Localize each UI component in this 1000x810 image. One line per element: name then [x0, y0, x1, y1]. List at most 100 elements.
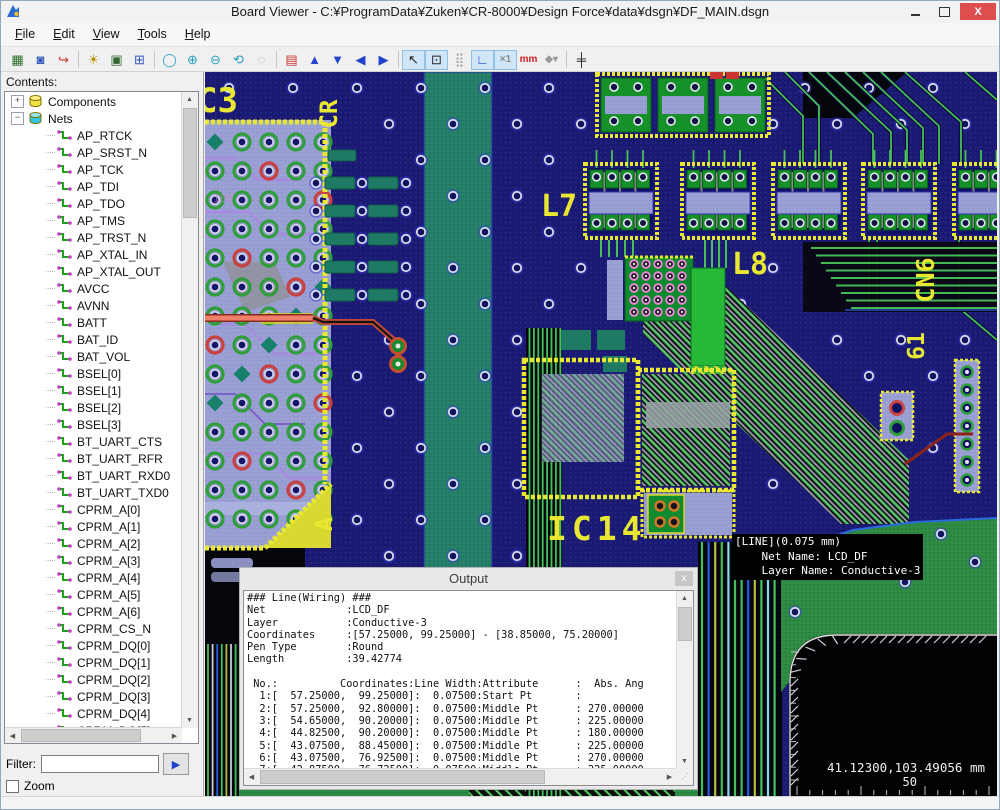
scroll-up-arrow[interactable]: ▲ [182, 92, 197, 107]
tree-item-net[interactable]: CPRM_A[6] [6, 603, 181, 620]
output-close-button[interactable]: x [675, 571, 693, 586]
output-window-title[interactable]: Output [240, 568, 697, 589]
filter-input[interactable] [41, 755, 159, 773]
contents-label: Contents: [6, 75, 57, 89]
tree-item-net[interactable]: BT_UART_CTS [6, 433, 181, 450]
tree-expand-toggle[interactable]: + [11, 95, 24, 108]
output-scroll-left[interactable]: ◀ [244, 769, 259, 784]
output-scroll-up[interactable]: ▲ [677, 591, 692, 606]
tree-item-net[interactable]: CPRM_DQ[1] [6, 654, 181, 671]
menu-item-edit[interactable]: Edit [44, 23, 84, 46]
tree-item-net[interactable]: AP_XTAL_IN [6, 246, 181, 263]
tree-item-net[interactable]: BT_UART_RXD0 [6, 467, 181, 484]
scroll-left-arrow[interactable]: ◀ [5, 728, 20, 743]
tree-item-net[interactable]: CPRM_A[4] [6, 569, 181, 586]
tree-expand-toggle[interactable]: − [11, 112, 24, 125]
option-diamond-icon[interactable]: ◆▾ [540, 50, 563, 70]
grid-icon[interactable]: ⣿ [448, 50, 471, 70]
tree-item-net[interactable]: BAT_VOL [6, 348, 181, 365]
tree-item-net[interactable]: BATT [6, 314, 181, 331]
filter-apply-button[interactable]: ▶ [163, 753, 189, 775]
tree-item-net[interactable]: BAT_ID [6, 331, 181, 348]
tree-item-net[interactable]: CPRM_A[3] [6, 552, 181, 569]
zoom-previous-icon[interactable]: ⟲ [227, 50, 250, 70]
pan-down-icon[interactable]: ▼ [326, 50, 349, 70]
title-bar[interactable]: Board Viewer - C:¥ProgramData¥Zuken¥CR-8… [1, 1, 999, 23]
contents-tree[interactable]: +Components−NetsAP_RTCKAP_SRST_NAP_TCKAP… [4, 91, 199, 744]
tree-item-net[interactable]: AVCC [6, 280, 181, 297]
pan-up-icon[interactable]: ▲ [303, 50, 326, 70]
net-label: AP_RTCK [77, 129, 132, 143]
scroll-right-arrow[interactable]: ▶ [167, 728, 182, 743]
tree-item-net[interactable]: CPRM_DQ[0] [6, 637, 181, 654]
tree-vscroll-thumb[interactable] [183, 108, 197, 218]
scroll-down-arrow[interactable]: ▼ [182, 713, 197, 728]
tree-item-net[interactable]: CPRM_DQ[3] [6, 688, 181, 705]
tree-item-net[interactable]: CPRM_DQ[4] [6, 705, 181, 722]
output-scroll-down[interactable]: ▼ [677, 754, 692, 769]
tree-item-net[interactable]: BT_UART_RFR [6, 450, 181, 467]
fit-board-icon[interactable]: ⊞ [128, 50, 151, 70]
tree-item-net[interactable]: AP_SRST_N [6, 144, 181, 161]
tree-item-net[interactable]: BT_UART_TXD0 [6, 484, 181, 501]
tree-item-net[interactable]: AP_TDO [6, 195, 181, 212]
output-hscroll-thumb[interactable] [260, 770, 545, 784]
report-icon[interactable]: ▤ [280, 50, 303, 70]
tree-item-net[interactable]: AP_TDI [6, 178, 181, 195]
pan-right-icon[interactable]: ▶ [372, 50, 395, 70]
tree-item-net[interactable]: CPRM_A[5] [6, 586, 181, 603]
tree-item-net[interactable]: BSEL[0] [6, 365, 181, 382]
output-horizontal-scrollbar[interactable]: ◀ ▶ [244, 768, 677, 785]
select-mode-icon[interactable]: ↖ [402, 50, 425, 70]
tree-item-net[interactable]: AVNN [6, 297, 181, 314]
tree-item-net[interactable]: CPRM_A[0] [6, 501, 181, 518]
tree-item-net[interactable]: AP_TRST_N [6, 229, 181, 246]
net-jump-icon[interactable]: ↪ [52, 50, 75, 70]
tree-item-net[interactable]: BSEL[1] [6, 382, 181, 399]
tree-item-components[interactable]: +Components [6, 93, 181, 110]
tree-item-net[interactable]: AP_TCK [6, 161, 181, 178]
tree-item-nets[interactable]: −Nets [6, 110, 181, 127]
output-resize-grip[interactable]: ⋰ [677, 769, 693, 785]
tree-hscroll-thumb[interactable] [21, 729, 141, 742]
pan-left-icon[interactable]: ◀ [349, 50, 372, 70]
highlight-icon[interactable]: ☀ [82, 50, 105, 70]
measure-icon[interactable]: ∟ [471, 50, 494, 70]
tree-item-net[interactable]: CPRM_A[2] [6, 535, 181, 552]
tree-horizontal-scrollbar[interactable]: ◀ ▶ [5, 727, 182, 743]
tree-item-net[interactable]: AP_RTCK [6, 127, 181, 144]
layer-table-icon[interactable]: ▦ [6, 50, 29, 70]
frame-display-icon[interactable]: ▣ [105, 50, 128, 70]
tree-item-net[interactable]: CPRM_DQ[2] [6, 671, 181, 688]
tree-item-net[interactable]: BSEL[3] [6, 416, 181, 433]
clamp-icon[interactable]: ╪ [570, 50, 593, 70]
menu-item-file[interactable]: File [6, 23, 44, 46]
output-scroll-right[interactable]: ▶ [662, 769, 677, 784]
zoom-area-icon[interactable]: ◯ [158, 50, 181, 70]
menu-item-view[interactable]: View [84, 23, 129, 46]
pan-mode-icon[interactable]: ⊡ [425, 50, 448, 70]
maximize-button[interactable] [931, 3, 957, 20]
output-vertical-scrollbar[interactable]: ▲ ▼ [676, 591, 693, 769]
minimize-button[interactable] [902, 3, 928, 20]
zoom-checkbox[interactable] [6, 780, 19, 793]
tree-item-net[interactable]: BSEL[2] [6, 399, 181, 416]
menu-item-tools[interactable]: Tools [129, 23, 176, 46]
output-vscroll-thumb[interactable] [678, 607, 692, 641]
tree-item-net[interactable]: CPRM_A[1] [6, 518, 181, 535]
zoom-in-icon[interactable]: ⊕ [181, 50, 204, 70]
menu-item-help[interactable]: Help [176, 23, 220, 46]
net-icon [57, 673, 72, 686]
zoom-out-icon[interactable]: ⊖ [204, 50, 227, 70]
tree-item-net[interactable]: AP_TMS [6, 212, 181, 229]
scale-1x-icon[interactable]: ×1 [494, 50, 517, 70]
tree-vertical-scrollbar[interactable]: ▲ ▼ [181, 92, 198, 728]
component-display-icon[interactable]: ◙ [29, 50, 52, 70]
filter-label: Filter: [6, 757, 36, 771]
tree-item-net[interactable]: AP_XTAL_OUT [6, 263, 181, 280]
stitch-icon[interactable]: mm [517, 50, 540, 70]
output-window[interactable]: Output x ### Line(Wiring) ### Net :LCD_D… [239, 567, 698, 790]
close-button[interactable]: X [960, 3, 996, 20]
tree-item-net[interactable]: CPRM_CS_N [6, 620, 181, 637]
zoom-disabled-icon[interactable]: ◌ [250, 50, 273, 70]
